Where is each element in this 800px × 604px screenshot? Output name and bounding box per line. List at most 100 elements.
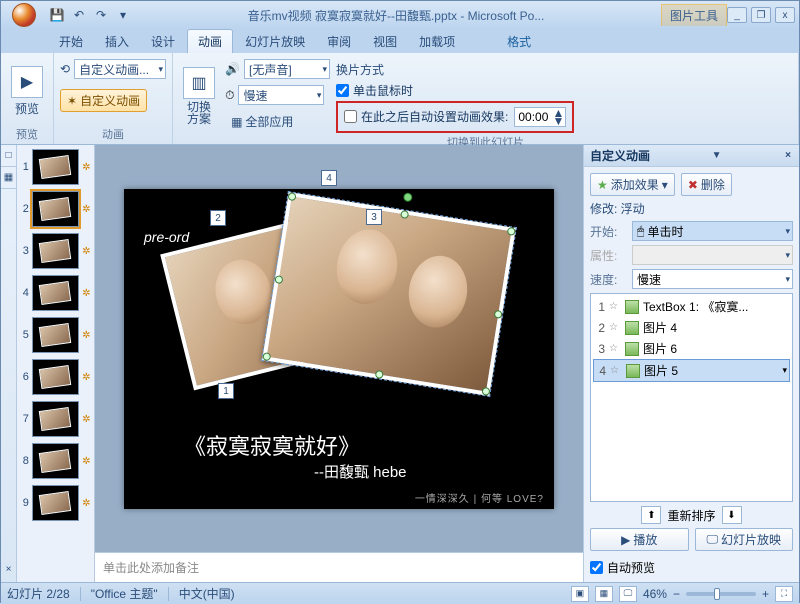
nav-tab-outline[interactable]: ▦ bbox=[1, 167, 16, 189]
pane-title: 自定义动画 bbox=[590, 147, 650, 164]
transition-speed-dropdown[interactable]: 慢速 bbox=[238, 85, 324, 105]
animation-indicator-icon: ✲ bbox=[82, 162, 92, 172]
resize-handle[interactable] bbox=[400, 209, 409, 218]
view-slideshow-button[interactable]: 🖵 bbox=[619, 586, 637, 602]
animation-tag[interactable]: 2 bbox=[210, 210, 226, 226]
on-mouse-click-checkbox[interactable]: 单击鼠标时 bbox=[336, 82, 574, 99]
custom-animation-button[interactable]: ✶ 自定义动画 bbox=[60, 89, 147, 112]
transition-scheme-button[interactable]: ▥ 切换 方案 bbox=[179, 67, 219, 125]
office-button[interactable] bbox=[5, 1, 43, 29]
nav-strip: □ ▦ × bbox=[1, 145, 17, 582]
slide-thumbnails[interactable]: 1✲2✲3✲4✲5✲6✲7✲8✲9✲ bbox=[17, 145, 95, 582]
effect-name: TextBox 1: 《寂寞... bbox=[643, 298, 748, 315]
zoom-out-button[interactable]: − bbox=[673, 587, 680, 601]
apply-all-label: 全部应用 bbox=[245, 113, 293, 130]
thumb-slide-7[interactable]: 7✲ bbox=[19, 401, 92, 437]
remove-effect-button[interactable]: ✖删除 bbox=[681, 173, 732, 196]
notes-placeholder: 单击此处添加备注 bbox=[103, 561, 199, 575]
zoom-slider[interactable] bbox=[686, 592, 756, 596]
restore-button[interactable]: ❐ bbox=[751, 7, 771, 23]
resize-handle[interactable] bbox=[262, 352, 271, 361]
on-mouse-click-input[interactable] bbox=[336, 84, 349, 97]
time-spinner[interactable]: ▲▼ bbox=[552, 109, 564, 125]
resize-handle[interactable] bbox=[507, 226, 516, 235]
pane-menu-icon[interactable]: ▼ bbox=[710, 150, 724, 161]
zoom-percent[interactable]: 46% bbox=[643, 587, 667, 601]
effect-item[interactable]: 1☆TextBox 1: 《寂寞... bbox=[593, 296, 790, 317]
animation-tag[interactable]: 3 bbox=[366, 209, 382, 225]
slide-canvas[interactable]: pre-ord bbox=[124, 189, 554, 509]
auto-after-time[interactable]: 00:00 ▲▼ bbox=[514, 107, 566, 127]
view-sorter-button[interactable]: ▦ bbox=[595, 586, 613, 602]
effects-list[interactable]: 1☆TextBox 1: 《寂寞...2☆图片 43☆图片 64☆图片 5▾ bbox=[590, 293, 793, 502]
tab-format[interactable]: 格式 bbox=[497, 30, 541, 53]
effect-type-icon bbox=[625, 300, 639, 314]
animation-tag[interactable]: 4 bbox=[321, 170, 337, 186]
start-dropdown[interactable]: 🖱 单击时 bbox=[632, 221, 793, 241]
thumb-slide-5[interactable]: 5✲ bbox=[19, 317, 92, 353]
thumb-slide-6[interactable]: 6✲ bbox=[19, 359, 92, 395]
remove-icon: ✖ bbox=[688, 178, 698, 192]
tab-home[interactable]: 开始 bbox=[49, 30, 93, 53]
auto-preview-checkbox[interactable]: 自动预览 bbox=[590, 555, 793, 576]
canvas-area[interactable]: pre-ord bbox=[95, 145, 583, 552]
zoom-in-button[interactable]: + bbox=[762, 587, 769, 601]
tab-slideshow[interactable]: 幻灯片放映 bbox=[235, 30, 315, 53]
resize-handle[interactable] bbox=[494, 309, 503, 318]
thumb-slide-4[interactable]: 4✲ bbox=[19, 275, 92, 311]
thumb-slide-8[interactable]: 8✲ bbox=[19, 443, 92, 479]
slide-image-selected[interactable] bbox=[262, 192, 516, 396]
tab-review[interactable]: 审阅 bbox=[317, 30, 361, 53]
zoom-thumb[interactable] bbox=[714, 588, 720, 600]
thumb-number: 9 bbox=[19, 497, 29, 509]
effect-item[interactable]: 4☆图片 5▾ bbox=[593, 359, 790, 382]
pane-close-icon[interactable]: × bbox=[783, 150, 793, 161]
slide-title[interactable]: 《寂寞寂寞就好》 bbox=[184, 429, 360, 461]
effect-order: 4 bbox=[596, 364, 606, 378]
resize-handle[interactable] bbox=[274, 275, 283, 284]
resize-handle[interactable] bbox=[287, 192, 296, 201]
auto-after-checkbox[interactable]: 在此之后自动设置动画效果: bbox=[344, 108, 508, 125]
add-effect-button[interactable]: 添加效果 ▾ bbox=[590, 173, 675, 196]
undo-icon[interactable]: ↶ bbox=[71, 7, 87, 23]
animate-dropdown[interactable]: 自定义动画... bbox=[74, 59, 166, 79]
fit-to-window-button[interactable]: ⛶ bbox=[775, 586, 793, 602]
save-icon[interactable]: 💾 bbox=[49, 7, 65, 23]
transition-sound-dropdown[interactable]: [无声音] bbox=[244, 59, 330, 79]
nav-tab-slides[interactable]: □ bbox=[1, 145, 16, 167]
play-button[interactable]: ▶ 播放 bbox=[590, 528, 689, 551]
tab-view[interactable]: 视图 bbox=[363, 30, 407, 53]
redo-icon[interactable]: ↷ bbox=[93, 7, 109, 23]
close-button[interactable]: x bbox=[775, 7, 795, 23]
move-down-button[interactable]: ⬇ bbox=[722, 506, 742, 524]
qat-menu-icon[interactable]: ▾ bbox=[115, 7, 131, 23]
resize-handle[interactable] bbox=[375, 369, 384, 378]
status-language[interactable]: 中文(中国) bbox=[179, 585, 235, 602]
tab-addins[interactable]: 加载项 bbox=[409, 30, 465, 53]
view-normal-button[interactable]: ▣ bbox=[571, 586, 589, 602]
apply-to-all-button[interactable]: ▦ 全部应用 bbox=[225, 111, 330, 132]
effect-item[interactable]: 3☆图片 6 bbox=[593, 338, 790, 359]
tab-animations[interactable]: 动画 bbox=[187, 29, 233, 53]
animation-tag[interactable]: 1 bbox=[218, 383, 234, 399]
nav-close-icon[interactable]: × bbox=[1, 564, 16, 582]
thumb-slide-9[interactable]: 9✲ bbox=[19, 485, 92, 521]
rotate-handle[interactable] bbox=[403, 192, 413, 202]
chevron-down-icon[interactable]: ▾ bbox=[782, 365, 787, 376]
thumb-slide-1[interactable]: 1✲ bbox=[19, 149, 92, 185]
slide-subtitle[interactable]: --田馥甄 hebe bbox=[314, 461, 407, 482]
resize-handle[interactable] bbox=[481, 386, 490, 395]
tab-design[interactable]: 设计 bbox=[141, 30, 185, 53]
thumb-slide-3[interactable]: 3✲ bbox=[19, 233, 92, 269]
speed-dropdown[interactable]: 慢速 bbox=[632, 269, 793, 289]
move-up-button[interactable]: ⬆ bbox=[641, 506, 661, 524]
notes-pane[interactable]: 单击此处添加备注 bbox=[95, 552, 583, 582]
preview-button[interactable]: ▶ 预览 bbox=[7, 66, 47, 117]
auto-after-input[interactable] bbox=[344, 110, 357, 123]
tab-insert[interactable]: 插入 bbox=[95, 30, 139, 53]
auto-preview-input[interactable] bbox=[590, 561, 603, 574]
slideshow-button[interactable]: 🖵 幻灯片放映 bbox=[695, 528, 794, 551]
effect-item[interactable]: 2☆图片 4 bbox=[593, 317, 790, 338]
minimize-button[interactable]: _ bbox=[727, 7, 747, 23]
thumb-slide-2[interactable]: 2✲ bbox=[19, 191, 92, 227]
